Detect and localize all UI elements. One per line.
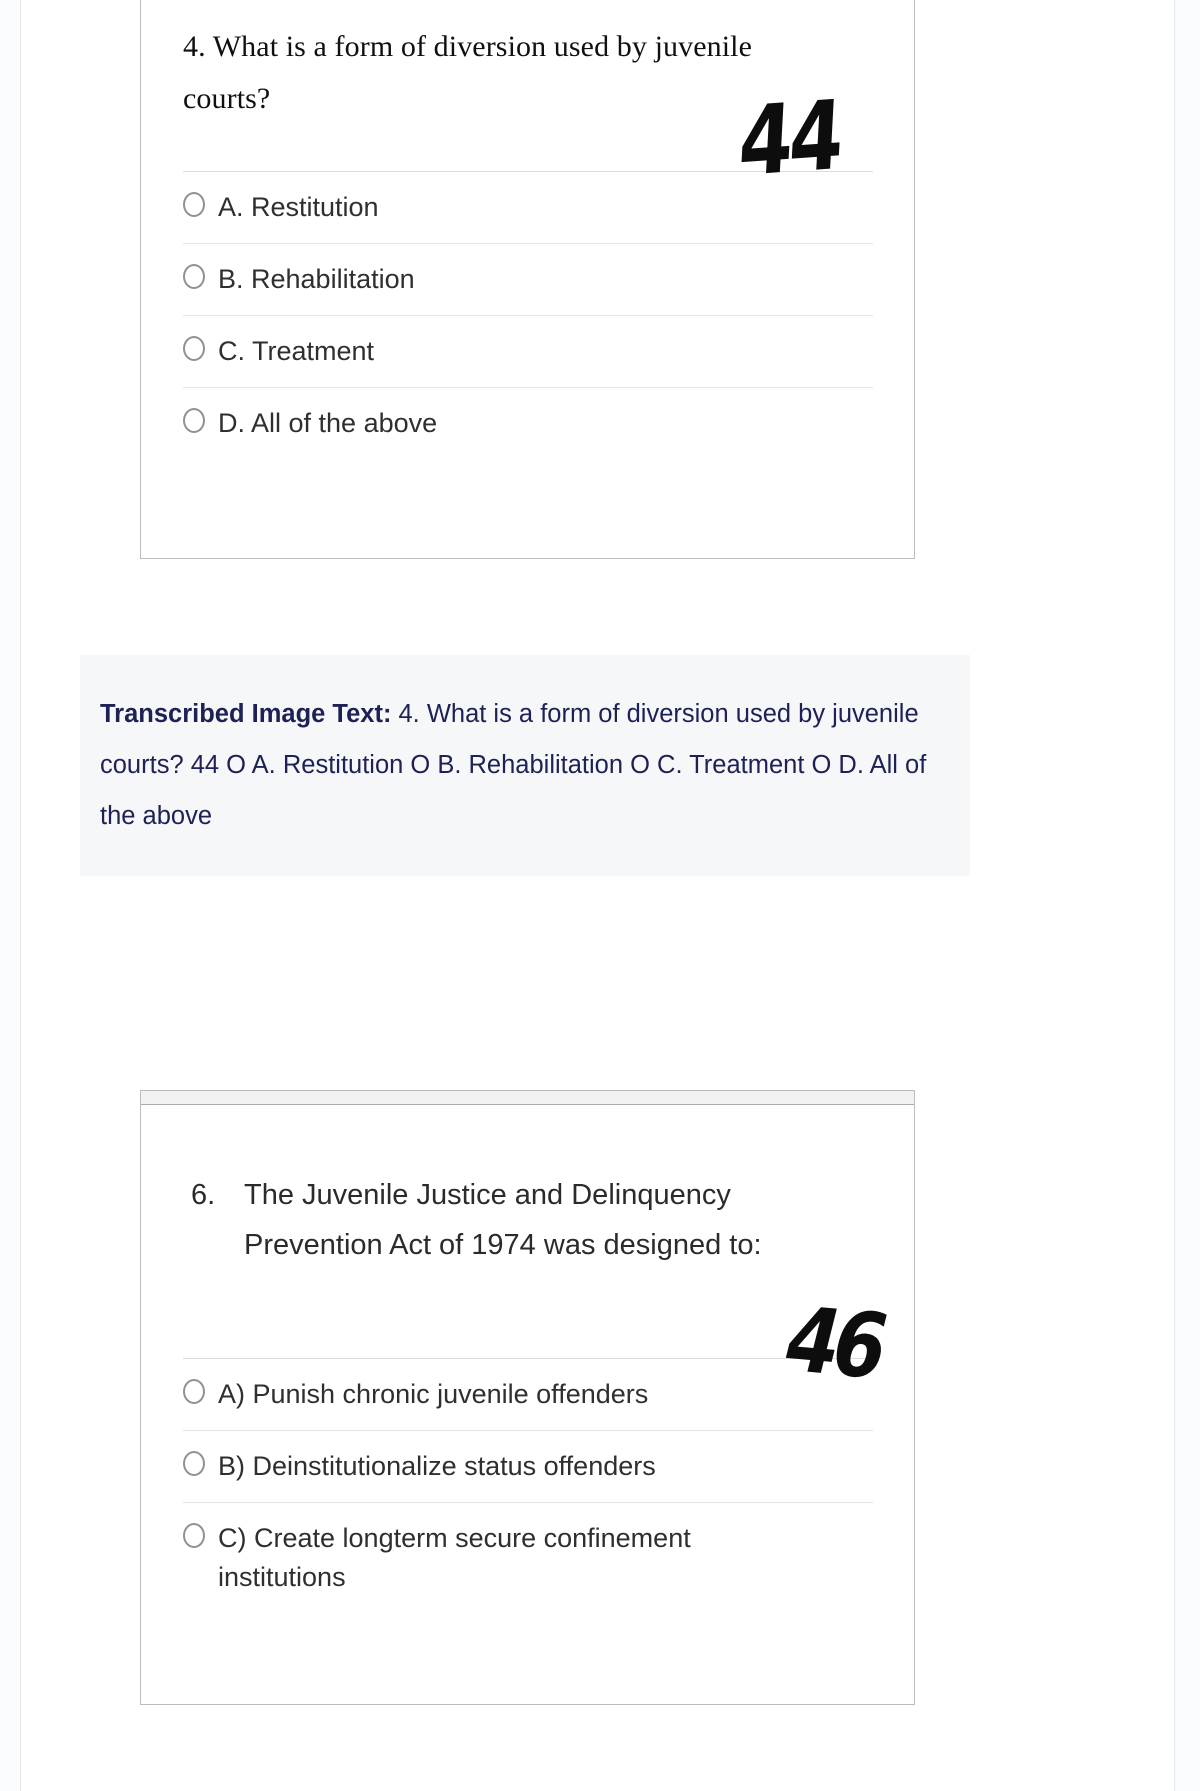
transcribed-image-text-panel: Transcribed Image Text: 4. What is a form… [80,655,970,876]
radio-icon-b[interactable] [183,264,205,290]
question-6-options: A) Punish chronic juvenile offenders B) … [183,1358,873,1614]
option-label-d: D. All of the above [218,408,438,439]
page-right-rule [1174,0,1175,1791]
question-6-number: 6. [191,1179,216,1211]
question-6-body: The Juvenile Justice and Delinquency Pre… [244,1179,762,1262]
option-row-6c[interactable]: C) Create longterm secure confinement in… [183,1502,873,1613]
page-left-rule [20,0,21,1791]
radio-icon-a[interactable] [183,192,205,217]
radio-icon-6a[interactable] [183,1379,205,1404]
question-6-card-header [141,1091,914,1105]
option-label-6a: A) Punish chronic juvenile offenders [218,1379,649,1409]
transcription-label: Transcribed Image Text: [100,700,392,728]
option-row-6a[interactable]: A) Punish chronic juvenile offenders [183,1358,873,1430]
option-label-b: B. Rehabilitation [218,264,415,295]
radio-icon-6c[interactable] [183,1523,205,1549]
option-label-6c: C) Create longterm secure confinement in… [218,1523,691,1593]
option-row-b[interactable]: B. Rehabilitation [183,243,873,315]
option-row-a[interactable]: A. Restitution [183,171,873,243]
question-4-text: 4. What is a form of diversion used by j… [183,30,753,115]
question-6-text: 6. The Juvenile Justice and Delinquency … [191,1170,811,1270]
option-row-d[interactable]: D. All of the above [183,387,873,459]
question-4-options: A. Restitution B. Rehabilitation C. Trea… [183,171,873,460]
option-row-6b[interactable]: B) Deinstitutionalize status offenders [183,1430,873,1502]
radio-icon-d[interactable] [183,408,205,434]
option-row-c[interactable]: C. Treatment [183,315,873,387]
option-label-c: C. Treatment [218,336,375,367]
radio-icon-c[interactable] [183,336,205,362]
question-4-card: 4. What is a form of diversion used by j… [140,0,915,559]
question-6-card: 6. The Juvenile Justice and Delinquency … [140,1090,915,1705]
radio-icon-6b[interactable] [183,1451,205,1477]
option-label-6b: B) Deinstitutionalize status offenders [218,1451,656,1482]
option-label-a: A. Restitution [218,192,379,222]
